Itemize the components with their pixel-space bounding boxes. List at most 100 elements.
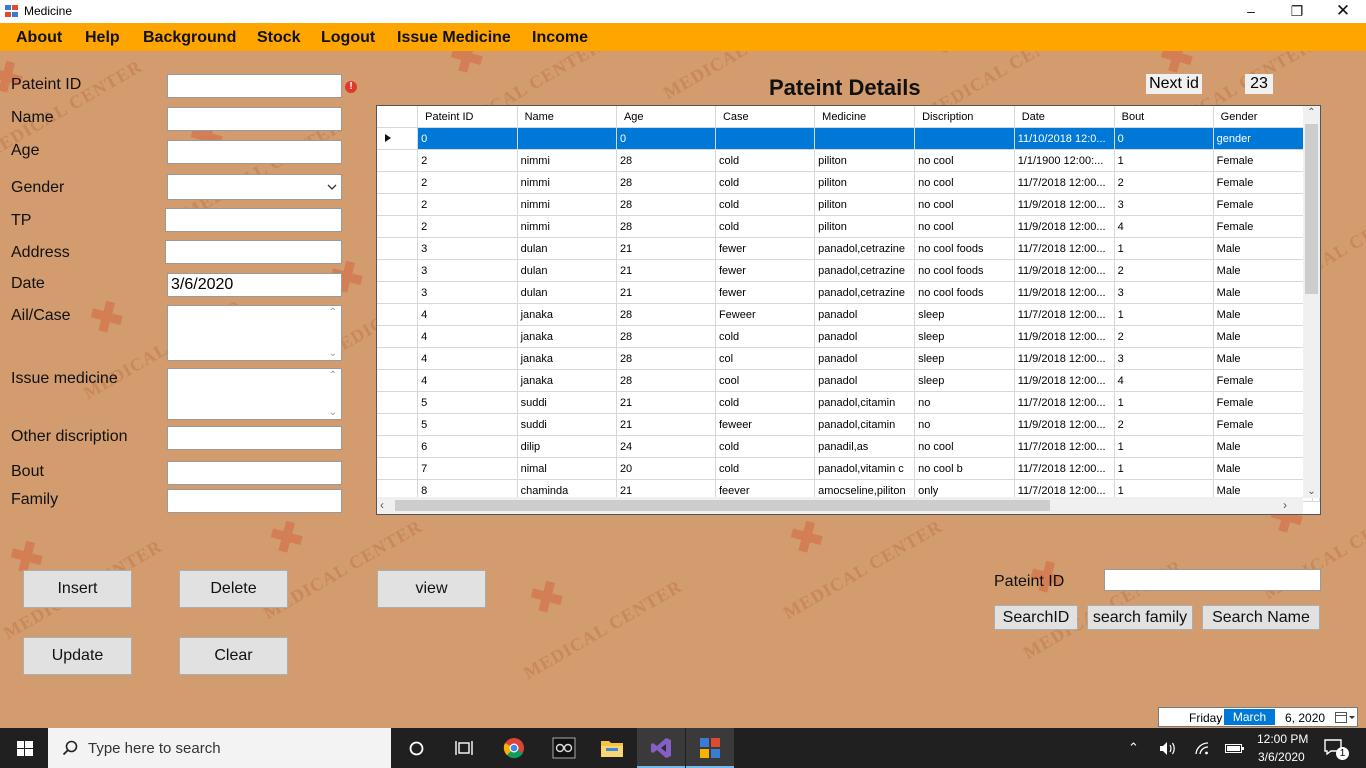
- media-app-button[interactable]: [540, 728, 588, 768]
- row-header[interactable]: [377, 369, 419, 392]
- table-cell[interactable]: Female: [1213, 171, 1314, 194]
- table-cell[interactable]: Male: [1213, 303, 1314, 326]
- clock-time[interactable]: 12:00 PM: [1257, 732, 1308, 746]
- name-input[interactable]: [167, 107, 342, 131]
- search-family-button[interactable]: search family: [1087, 605, 1193, 630]
- table-row[interactable]: 5 suddi 21 feweer panadol,citamin no 11/9/2018…: [377, 413, 1320, 436]
- table-cell[interactable]: 3: [417, 237, 518, 260]
- table-cell[interactable]: Male: [1213, 435, 1314, 458]
- search-id-button[interactable]: SearchID: [994, 605, 1078, 630]
- table-cell[interactable]: cold: [715, 149, 816, 172]
- battery-icon[interactable]: [1225, 743, 1245, 754]
- vertical-scroll-thumb[interactable]: [1305, 124, 1318, 294]
- horizontal-scrollbar[interactable]: ‹ ›: [377, 497, 1303, 514]
- table-cell[interactable]: 0: [417, 127, 518, 150]
- row-header[interactable]: [377, 347, 419, 370]
- table-cell[interactable]: panadol,citamin: [814, 391, 916, 414]
- table-row[interactable]: 4 janaka 28 Feweer panadol sleep 11/7/2018 12:…: [377, 303, 1320, 326]
- scroll-right-icon[interactable]: ›: [1283, 498, 1287, 512]
- column-header[interactable]: Pateint ID: [417, 106, 518, 128]
- table-cell[interactable]: 3: [1114, 193, 1214, 216]
- file-explorer-button[interactable]: [588, 728, 636, 768]
- table-cell[interactable]: 4: [1114, 215, 1214, 238]
- table-cell[interactable]: 2: [1114, 413, 1214, 436]
- row-header[interactable]: [377, 215, 419, 238]
- view-button[interactable]: view: [377, 570, 486, 608]
- table-cell[interactable]: no cool foods: [914, 237, 1015, 260]
- table-cell[interactable]: Male: [1213, 281, 1314, 304]
- table-cell[interactable]: Male: [1213, 457, 1314, 480]
- row-header[interactable]: [377, 149, 419, 172]
- cortana-button[interactable]: [392, 728, 440, 768]
- column-header[interactable]: Age: [616, 106, 716, 128]
- table-cell[interactable]: piliton: [814, 149, 916, 172]
- column-header[interactable]: Medicine: [814, 106, 916, 128]
- table-cell[interactable]: sleep: [914, 303, 1015, 326]
- row-header[interactable]: [377, 391, 419, 414]
- table-cell[interactable]: janaka: [517, 347, 617, 370]
- table-cell[interactable]: janaka: [517, 369, 617, 392]
- table-cell[interactable]: 1/1/1900 12:00:...: [1014, 149, 1115, 172]
- row-header[interactable]: [377, 237, 419, 260]
- clock-date[interactable]: 3/6/2020: [1258, 750, 1305, 764]
- table-cell[interactable]: 11/9/2018 12:00...: [1014, 215, 1115, 238]
- vertical-scrollbar[interactable]: ⌃ ⌄: [1303, 106, 1320, 498]
- table-cell[interactable]: cold: [715, 325, 816, 348]
- table-row[interactable]: 3 dulan 21 fewer panadol,cetrazine no cool fo…: [377, 259, 1320, 282]
- table-row[interactable]: 0 0 11/10/2018 12:0... 0 gender: [377, 127, 1320, 150]
- other-discription-input[interactable]: [167, 426, 342, 450]
- table-cell[interactable]: no cool: [914, 435, 1015, 458]
- table-row[interactable]: 2 nimmi 28 cold piliton no cool 1/1/1900 12:00…: [377, 149, 1320, 172]
- insert-button[interactable]: Insert: [23, 570, 132, 608]
- patient-id-input[interactable]: [167, 74, 342, 98]
- table-cell[interactable]: nimal: [517, 457, 617, 480]
- table-cell[interactable]: cold: [715, 457, 816, 480]
- table-cell[interactable]: 11/9/2018 12:00...: [1014, 259, 1115, 282]
- table-cell[interactable]: 2: [417, 171, 518, 194]
- show-hidden-icons-icon[interactable]: ⌃: [1128, 740, 1139, 756]
- table-cell[interactable]: 28: [616, 171, 716, 194]
- table-cell[interactable]: no cool foods: [914, 259, 1015, 282]
- table-cell[interactable]: 11/9/2018 12:00...: [1014, 281, 1115, 304]
- table-cell[interactable]: panadol: [814, 303, 916, 326]
- table-cell[interactable]: 11/7/2018 12:00...: [1014, 303, 1115, 326]
- table-cell[interactable]: 1: [1114, 391, 1214, 414]
- restore-button[interactable]: ❐: [1274, 0, 1320, 23]
- column-header[interactable]: Date: [1014, 106, 1115, 128]
- table-cell[interactable]: 2: [417, 149, 518, 172]
- table-cell[interactable]: 11/7/2018 12:00...: [1014, 237, 1115, 260]
- search-name-button[interactable]: Search Name: [1202, 605, 1320, 630]
- table-cell[interactable]: 1: [1114, 435, 1214, 458]
- table-row[interactable]: 7 nimal 20 cold panadol,vitamin c no cool b 11…: [377, 457, 1320, 480]
- table-cell[interactable]: 28: [616, 193, 716, 216]
- table-cell[interactable]: Female: [1213, 215, 1314, 238]
- table-cell[interactable]: panadol,vitamin c: [814, 457, 916, 480]
- table-cell[interactable]: 21: [616, 281, 716, 304]
- family-input[interactable]: [167, 489, 342, 513]
- table-cell[interactable]: fewer: [715, 259, 816, 282]
- scroll-down-icon[interactable]: ⌄: [1303, 486, 1320, 497]
- minimize-button[interactable]: –: [1228, 0, 1274, 23]
- address-input[interactable]: [165, 240, 342, 264]
- table-cell[interactable]: Feweer: [715, 303, 816, 326]
- scroll-up-icon[interactable]: ⌃: [1303, 107, 1320, 118]
- table-cell[interactable]: 11/9/2018 12:00...: [1014, 369, 1115, 392]
- date-picker[interactable]: Friday , March 6, 2020: [1158, 707, 1358, 727]
- table-cell[interactable]: sleep: [914, 325, 1015, 348]
- table-cell[interactable]: 1: [1114, 303, 1214, 326]
- table-cell[interactable]: 2: [1114, 259, 1214, 282]
- table-cell[interactable]: fewer: [715, 281, 816, 304]
- menu-income[interactable]: Income: [532, 29, 588, 47]
- table-cell[interactable]: panadol: [814, 347, 916, 370]
- table-row[interactable]: 2 nimmi 28 cold piliton no cool 11/9/2018 12:0…: [377, 193, 1320, 216]
- table-cell[interactable]: nimmi: [517, 215, 617, 238]
- table-cell[interactable]: Female: [1213, 391, 1314, 414]
- table-cell[interactable]: suddi: [517, 391, 617, 414]
- table-cell[interactable]: col: [715, 347, 816, 370]
- table-cell[interactable]: 5: [417, 413, 518, 436]
- table-cell[interactable]: no: [914, 391, 1015, 414]
- table-row[interactable]: 3 dulan 21 fewer panadol,cetrazine no cool fo…: [377, 281, 1320, 304]
- row-header[interactable]: [377, 457, 419, 480]
- table-cell[interactable]: gender: [1213, 127, 1314, 150]
- table-cell[interactable]: cool: [715, 369, 816, 392]
